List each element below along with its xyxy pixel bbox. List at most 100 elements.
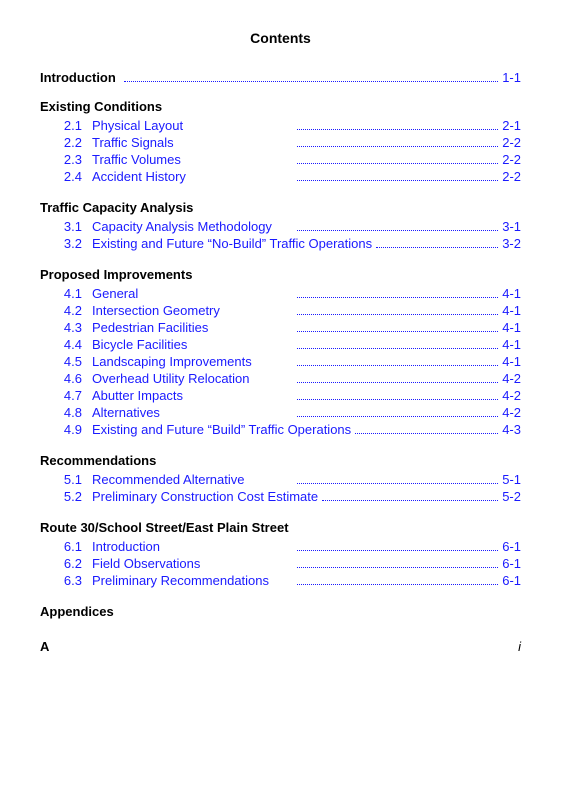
- entry-label-2-2: Pedestrian Facilities: [92, 320, 293, 335]
- entry-num-4-0: 6.1: [40, 539, 92, 554]
- section-entries-1: 3.1Capacity Analysis Methodology 3-1 3.2Ex…: [40, 219, 521, 251]
- section-entries-2: 4.1General4-1 4.2Intersection Geometry 4-1…: [40, 286, 521, 437]
- entry-page-1-0: 3-1: [502, 219, 521, 234]
- entry-dots-2-2: [297, 331, 498, 332]
- intro-page: 1-1: [502, 70, 521, 85]
- toc-row-2-5: 4.6Overhead Utility Relocation4-2: [40, 371, 521, 386]
- entry-page-2-0: 4-1: [502, 286, 521, 301]
- entry-num-2-8: 4.9: [40, 422, 92, 437]
- section-heading-2: Proposed Improvements: [40, 267, 521, 282]
- entry-label-0-0: Physical Layout: [92, 118, 293, 133]
- entry-label-1-0: Capacity Analysis Methodology: [92, 219, 293, 234]
- entry-num-4-2: 6.3: [40, 573, 92, 588]
- entry-page-2-8: 4-3: [502, 422, 521, 437]
- entry-page-2-3: 4-1: [502, 337, 521, 352]
- entry-dots-2-7: [297, 416, 498, 417]
- toc-row-2-6: 4.7Abutter Impacts 4-2: [40, 388, 521, 403]
- entry-dots-2-5: [297, 382, 498, 383]
- entry-label-2-5: Overhead Utility Relocation: [92, 371, 293, 386]
- section-3: Recommendations 5.1Recommended Alternativ…: [40, 453, 521, 504]
- entry-dots-0-3: [297, 180, 498, 181]
- footer-left: A: [40, 639, 49, 654]
- section-entries-3: 5.1Recommended Alternative5-1 5.2Prelimin…: [40, 472, 521, 504]
- entry-label-2-1: Intersection Geometry: [92, 303, 293, 318]
- entry-num-0-0: 2.1: [40, 118, 92, 133]
- entry-dots-0-1: [297, 146, 498, 147]
- entry-page-2-7: 4-2: [502, 405, 521, 420]
- section-heading-4: Route 30/School Street/East Plain Street: [40, 520, 521, 535]
- entry-dots-4-1: [297, 567, 498, 568]
- entry-dots-2-8: [355, 433, 498, 434]
- entry-page-0-0: 2-1: [502, 118, 521, 133]
- footer-right: i: [518, 639, 521, 654]
- entry-label-1-1: Existing and Future “No-Build” Traffic O…: [92, 236, 372, 251]
- intro-row: Introduction 1-1: [40, 70, 521, 85]
- toc-row-1-1: 3.2Existing and Future “No-Build” Traffi…: [40, 236, 521, 251]
- page-title: Contents: [40, 30, 521, 46]
- toc-row-2-8: 4.9Existing and Future “Build” Traffic O…: [40, 422, 521, 437]
- toc-row-0-1: 2.2Traffic Signals2-2: [40, 135, 521, 150]
- entry-page-0-3: 2-2: [502, 169, 521, 184]
- entry-dots-3-1: [322, 500, 498, 501]
- entry-page-2-1: 4-1: [502, 303, 521, 318]
- section-entries-0: 2.1Physical Layout2-12.2Traffic Signals2…: [40, 118, 521, 184]
- section-heading-0: Existing Conditions: [40, 99, 521, 114]
- section-heading-3: Recommendations: [40, 453, 521, 468]
- intro-label: Introduction: [40, 70, 116, 85]
- entry-page-4-0: 6-1: [502, 539, 521, 554]
- entry-num-2-6: 4.7: [40, 388, 92, 403]
- toc-row-2-3: 4.4Bicycle Facilities 4-1: [40, 337, 521, 352]
- section-heading-1: Traffic Capacity Analysis: [40, 200, 521, 215]
- section-4: Route 30/School Street/East Plain Street…: [40, 520, 521, 588]
- entry-label-0-3: Accident History: [92, 169, 293, 184]
- entry-num-2-1: 4.2: [40, 303, 92, 318]
- entry-num-2-4: 4.5: [40, 354, 92, 369]
- entry-label-2-8: Existing and Future “Build” Traffic Oper…: [92, 422, 351, 437]
- entry-page-4-1: 6-1: [502, 556, 521, 571]
- entry-num-0-3: 2.4: [40, 169, 92, 184]
- section-heading-5: Appendices: [40, 604, 521, 619]
- entry-dots-2-6: [297, 399, 498, 400]
- toc-row-3-0: 5.1Recommended Alternative5-1: [40, 472, 521, 487]
- entry-label-0-1: Traffic Signals: [92, 135, 293, 150]
- toc-row-4-2: 6.3Preliminary Recommendations6-1: [40, 573, 521, 588]
- entry-dots-1-1: [376, 247, 498, 248]
- section-2: Proposed Improvements 4.1General4-1 4.2Int…: [40, 267, 521, 437]
- entry-num-3-1: 5.2: [40, 489, 92, 504]
- toc-row-4-1: 6.2Field Observations 6-1: [40, 556, 521, 571]
- section-0: Existing Conditions 2.1Physical Layout 2-1…: [40, 99, 521, 184]
- entry-dots-4-0: [297, 550, 498, 551]
- section-5: Appendices: [40, 604, 521, 619]
- entry-page-3-1: 5-2: [502, 489, 521, 504]
- entry-dots-0-0: [297, 129, 498, 130]
- entry-label-4-2: Preliminary Recommendations: [92, 573, 293, 588]
- entry-label-2-6: Abutter Impacts: [92, 388, 293, 403]
- intro-dots: [124, 81, 498, 82]
- toc-row-2-0: 4.1General4-1: [40, 286, 521, 301]
- entry-page-2-6: 4-2: [502, 388, 521, 403]
- entry-dots-4-2: [297, 584, 498, 585]
- entry-num-2-7: 4.8: [40, 405, 92, 420]
- entry-dots-2-1: [297, 314, 498, 315]
- entry-label-2-7: Alternatives: [92, 405, 293, 420]
- entry-page-1-1: 3-2: [502, 236, 521, 251]
- section-entries-4: 6.1Introduction6-16.2Field Observations6…: [40, 539, 521, 588]
- entry-page-0-2: 2-2: [502, 152, 521, 167]
- entry-label-3-0: Recommended Alternative: [92, 472, 293, 487]
- entry-label-2-3: Bicycle Facilities: [92, 337, 293, 352]
- entry-num-1-1: 3.2: [40, 236, 92, 251]
- entry-dots-2-4: [297, 365, 498, 366]
- entry-page-0-1: 2-2: [502, 135, 521, 150]
- toc-row-0-0: 2.1Physical Layout 2-1: [40, 118, 521, 133]
- entry-num-2-3: 4.4: [40, 337, 92, 352]
- toc-row-3-1: 5.2Preliminary Construction Cost Estimat…: [40, 489, 521, 504]
- entry-label-4-1: Field Observations: [92, 556, 293, 571]
- entry-num-4-1: 6.2: [40, 556, 92, 571]
- toc-row-0-2: 2.3Traffic Volumes2-2: [40, 152, 521, 167]
- toc-row-2-4: 4.5Landscaping Improvements4-1: [40, 354, 521, 369]
- toc-row-4-0: 6.1Introduction6-1: [40, 539, 521, 554]
- toc-row-2-1: 4.2Intersection Geometry 4-1: [40, 303, 521, 318]
- toc-row-1-0: 3.1Capacity Analysis Methodology 3-1: [40, 219, 521, 234]
- entry-num-1-0: 3.1: [40, 219, 92, 234]
- entry-num-2-0: 4.1: [40, 286, 92, 301]
